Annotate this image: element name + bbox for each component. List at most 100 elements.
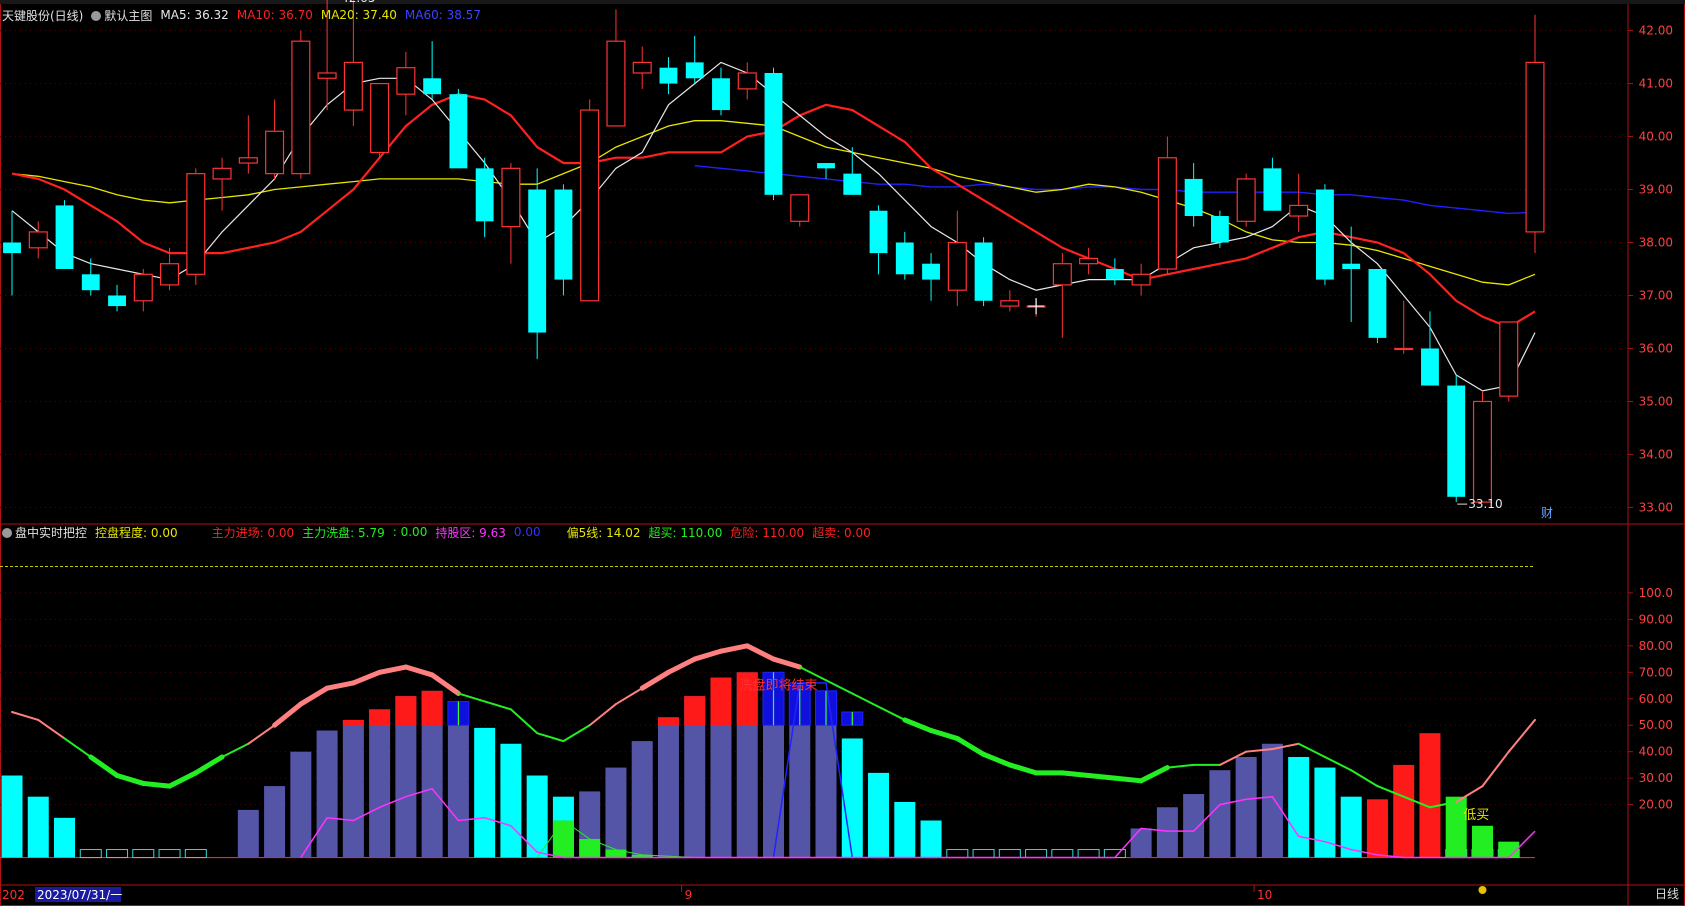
wash-end-annotation: 洗盘即将结束 [739,678,817,694]
empty-bar [972,849,995,859]
danger-label: 危险: 110.00 [730,525,805,540]
candle-body-up [133,273,153,302]
candle-body-down [1263,168,1282,211]
control-line-segment [221,742,250,758]
indicator-selector[interactable]: 盘中实时把控 [2,524,87,541]
control-line-segment [851,692,880,708]
candle-body-up [1472,400,1493,503]
main-chart-selector[interactable]: 默认主图 [91,7,152,24]
candle-body-down [922,263,940,280]
control-line-segment [1059,770,1092,779]
strength-bar [27,796,49,858]
control-line-segment [744,643,776,662]
candle-body-up [580,109,600,302]
high-price-label: 42.65 [341,0,375,5]
dropdown-circle-icon [2,527,12,538]
control-line-segment [692,648,724,662]
price-tick-label: 39.00 [1639,183,1673,197]
cursor-cross [1028,298,1045,315]
candle-body-down [55,205,74,269]
candle-body-down [449,94,468,169]
strength-bar [1261,743,1283,858]
control-line-segment [37,718,66,740]
indicator-tick-label: 100.0 [1639,586,1673,600]
blank-value-label: : 0.00 [392,525,428,539]
axis-month-label-9: 9 [685,888,693,902]
low-price-label: 33.10 [1468,497,1502,511]
blank-value-label-2: 0.00 [513,525,541,539]
strength-bar [1130,828,1152,858]
price-tick-label: 37.00 [1639,288,1673,302]
strength-bar [237,809,259,858]
candle-body-up [606,40,626,127]
candle-body-down [3,242,21,254]
indicator-tick-label: 90.00 [1639,612,1673,626]
control-line-segment [140,780,173,789]
strength-bar [920,820,942,858]
period-tab[interactable]: 日线 [1655,885,1679,902]
strength-bar [1183,794,1205,858]
strength-bar [1393,764,1415,858]
price-tick-label: 38.00 [1639,236,1673,250]
control-line-segment [1086,773,1118,781]
candle-body-up [1525,61,1545,233]
control-line-segment [1138,765,1170,784]
strength-bar [1209,770,1231,858]
indicator-tick-label: 80.00 [1639,639,1673,653]
candle-body-up [1052,263,1072,286]
control-line-segment [509,708,539,735]
control-line-segment [1112,775,1144,784]
candle-body-down [1105,269,1124,280]
strength-bar [316,730,338,858]
candle-body-down [475,168,494,222]
control-line-segment [614,687,644,706]
control-line-segment [88,754,120,779]
candle-body-down [1447,385,1466,497]
main-force-cap [395,696,417,726]
candle-body-down [843,173,862,195]
price-tick-label: 34.00 [1639,447,1673,461]
candle-body-down [554,189,573,280]
dropdown-circle-icon [91,10,102,21]
candle-body-up [790,194,810,222]
oversell-label: 超卖: 0.00 [812,525,871,540]
candle-body-down [764,72,783,195]
indicator-tick-label: 60.00 [1639,692,1673,706]
candle-body-up [317,72,337,79]
candle-body-down [659,67,678,84]
indicator-tick-label: 40.00 [1639,745,1673,759]
axis-month-label-10: 10 [1257,888,1272,902]
stock-title[interactable]: 天键股份(日线) [2,7,83,24]
price-tick-label: 36.00 [1639,341,1673,355]
control-line-segment [63,737,92,758]
candle-body-down [528,189,547,333]
candle-body-up [1079,257,1099,265]
candle-body-down [81,274,100,291]
control-line-segment [167,770,199,789]
control-line-segment [588,703,617,727]
strength-bar [841,738,863,858]
control-line-segment [350,669,383,686]
control-line-segment [324,680,356,691]
candle-body-up [1499,321,1519,397]
empty-bar [1051,849,1074,859]
control-line-segment [272,701,304,728]
main-force-cap [710,677,732,726]
overbuy-label: 超买: 110.00 [648,525,723,540]
empty-bar [1077,849,1100,859]
chart-canvas: 33.00 34.00 35.00 36.00 37.00 38.00 39.00 40.00… [0,0,1685,906]
ma10-label: MA10: 36.70 [236,8,313,22]
control-line-segment [1007,762,1039,776]
strength-bar [1340,796,1362,858]
indicator-name: 盘中实时把控 [15,525,88,540]
main-chart-label: 默认主图 [104,8,153,23]
control-line-segment [1481,750,1510,788]
strength-bar [868,772,890,858]
candle-body-up [1157,157,1177,270]
main-force-cap [657,717,679,726]
candle-body-up [238,157,258,164]
hold-zone-label: 持股区: 9.63 [435,525,506,540]
candle-body-down [1342,263,1361,269]
empty-bar [1025,849,1048,859]
candle-body-up [737,72,757,90]
